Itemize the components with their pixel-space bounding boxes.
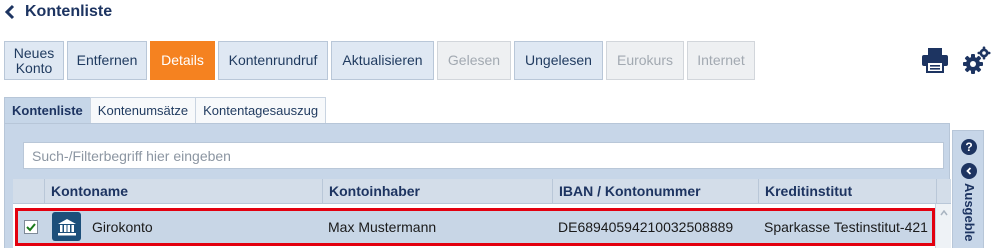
kontenliste-page: Kontenliste Neues Konto Entfernen Detail… xyxy=(0,0,994,248)
printer-icon[interactable] xyxy=(920,44,950,76)
accounts-grid: Kontoname Kontoinhaber IBAN / Kontonumme… xyxy=(13,179,951,248)
bank-building-icon xyxy=(52,212,81,241)
help-icon[interactable]: ? xyxy=(961,139,977,155)
column-header-kreditinstitut[interactable]: Kreditinstitut xyxy=(759,179,937,203)
kontenrundruf-button[interactable]: Kontenrundruf xyxy=(218,41,328,80)
row-checkbox[interactable] xyxy=(24,220,38,234)
accounts-panel: Kontoname Kontoinhaber IBAN / Kontonumme… xyxy=(4,123,951,248)
collapse-left-icon[interactable] xyxy=(961,163,977,179)
settings-gears-icon[interactable] xyxy=(962,44,992,76)
column-header-kontoinhaber[interactable]: Kontoinhaber xyxy=(323,179,553,203)
collapsed-side-panel: ? Ausgeble xyxy=(952,130,984,248)
details-button[interactable]: Details xyxy=(150,41,215,80)
tab-kontenumsaetze[interactable]: Kontenumsätze xyxy=(89,97,197,123)
remove-button[interactable]: Entfernen xyxy=(67,41,147,80)
cell-kontoname: Girokonto xyxy=(92,219,153,235)
table-row[interactable]: Girokonto Max Mustermann DE6894059421003… xyxy=(15,208,935,246)
refresh-button[interactable]: Aktualisieren xyxy=(331,41,434,80)
mark-unread-button[interactable]: Ungelesen xyxy=(514,41,603,80)
chevron-left-icon xyxy=(4,4,15,20)
mark-read-button[interactable]: Gelesen xyxy=(437,41,511,80)
side-panel-label[interactable]: Ausgeble xyxy=(962,183,977,242)
cell-kreditinstitut: Sparkasse Testinstitut-421 xyxy=(764,219,928,235)
eurokurs-button[interactable]: Eurokurs xyxy=(606,41,684,80)
checkmark-icon xyxy=(26,223,36,232)
cell-kontoinhaber: Max Mustermann xyxy=(328,219,437,235)
grid-header: Kontoname Kontoinhaber IBAN / Kontonumme… xyxy=(13,179,951,204)
cell-iban: DE68940594210032508889 xyxy=(558,219,734,235)
column-header-kontoname[interactable]: Kontoname xyxy=(45,179,323,203)
search-filter-input[interactable] xyxy=(23,142,944,169)
new-account-button[interactable]: Neues Konto xyxy=(4,41,64,80)
toolbar: Neues Konto Entfernen Details Kontenrund… xyxy=(4,41,758,80)
vertical-scrollbar[interactable] xyxy=(935,204,951,248)
internet-button[interactable]: Internet xyxy=(687,41,755,80)
column-header-iban[interactable]: IBAN / Kontonummer xyxy=(553,179,759,203)
tab-bar: Kontenliste Kontenumsätze Kontentagesaus… xyxy=(4,97,327,123)
tool-icons xyxy=(908,44,992,76)
header-select-column[interactable] xyxy=(13,179,45,203)
page-title: Kontenliste xyxy=(25,3,113,20)
tab-kontenliste[interactable]: Kontenliste xyxy=(4,97,91,123)
scroll-up-arrow-icon[interactable] xyxy=(940,210,948,216)
tab-kontentagesauszug[interactable]: Kontentagesauszug xyxy=(195,97,327,123)
back-to-kontenliste[interactable]: Kontenliste xyxy=(4,2,112,22)
